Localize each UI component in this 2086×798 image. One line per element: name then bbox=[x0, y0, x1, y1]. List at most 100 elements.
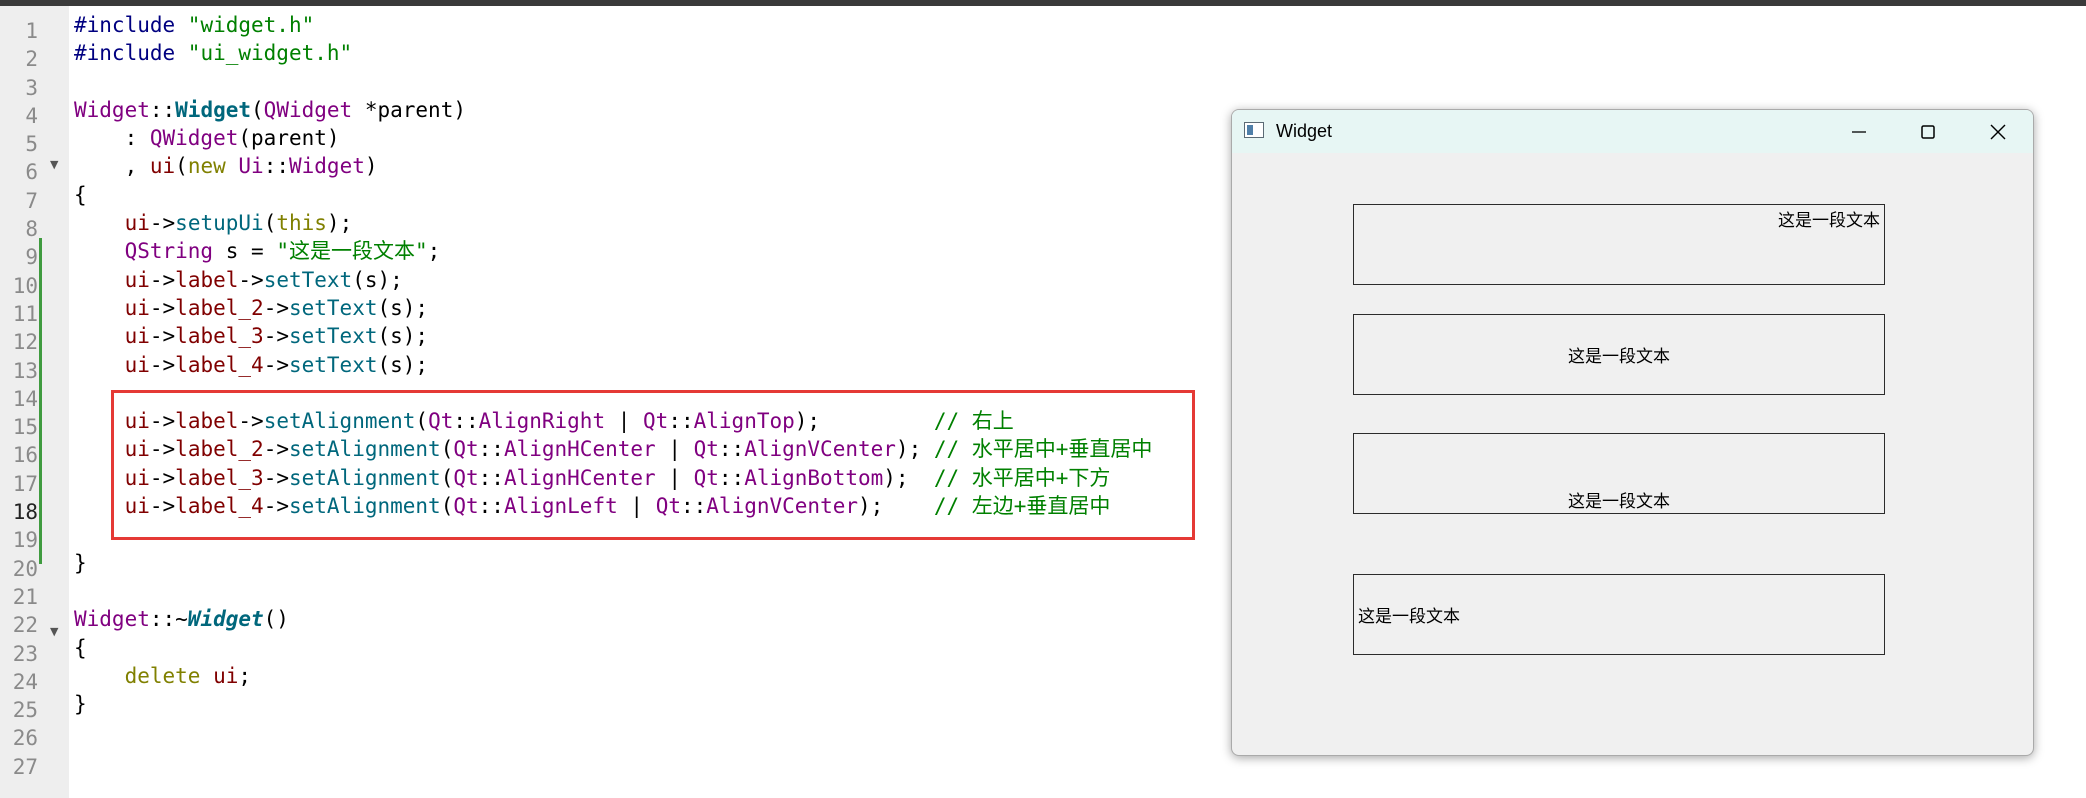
code-token: setText bbox=[288, 352, 378, 377]
label-text: 这是一段文本 bbox=[1568, 347, 1670, 367]
code-token: QWidget bbox=[263, 97, 353, 122]
code-line: #include "widget.h" bbox=[74, 11, 1152, 39]
code-token: setText bbox=[263, 267, 353, 292]
code-token: ( bbox=[263, 211, 277, 236]
line-number: 3 bbox=[25, 75, 38, 100]
minimize-button[interactable] bbox=[1829, 110, 1889, 153]
code-line: { bbox=[74, 634, 1152, 662]
line-number: 15 bbox=[12, 415, 38, 440]
code-token: -> bbox=[149, 324, 176, 349]
code-token: { bbox=[74, 182, 87, 207]
line-number: 13 bbox=[12, 358, 38, 383]
code-line: } bbox=[74, 549, 1152, 577]
code-line: ui->label_2->setText(s); bbox=[74, 294, 1152, 322]
code-token: Widget bbox=[74, 607, 150, 632]
line-number: 20 bbox=[12, 556, 38, 581]
label-text: 这是一段文本 bbox=[1778, 211, 1880, 231]
code-token: setText bbox=[288, 295, 378, 320]
minimize-icon bbox=[1852, 130, 1866, 133]
code-token: QString bbox=[124, 239, 214, 264]
line-number: 26 bbox=[12, 726, 38, 751]
code-token: ::~ bbox=[149, 607, 188, 632]
line-number: 10 bbox=[12, 273, 38, 298]
line-number: 8 bbox=[25, 217, 38, 242]
line-number: 1 bbox=[25, 19, 38, 43]
code-token: , bbox=[74, 154, 150, 179]
widget-window: Widget 这是一段文本 这是一段文本 这是一段文本 这是一段文本 bbox=[1231, 109, 2034, 756]
app-window-icon bbox=[1244, 122, 1264, 138]
code-line: ui->setupUi(this); bbox=[74, 209, 1152, 237]
close-icon bbox=[1990, 124, 2006, 139]
line-number-gutter: 1 2 3 4 5 6 7 8 9 10 11 12 13 14 15 16 17 18 19 20 21 22 23 24 2… bbox=[0, 6, 69, 798]
code-line: : QWidget(parent) bbox=[74, 124, 1152, 152]
code-token: :: bbox=[149, 97, 176, 122]
line-number: 6 bbox=[25, 160, 38, 185]
code-token: ; bbox=[238, 663, 252, 688]
label-text: 这是一段文本 bbox=[1568, 492, 1670, 512]
line-number: 27 bbox=[12, 754, 38, 779]
window-titlebar[interactable]: Widget bbox=[1232, 110, 2033, 153]
code-token: new bbox=[187, 154, 226, 179]
maximize-button[interactable] bbox=[1898, 110, 1958, 153]
fold-arrow-icon[interactable]: ▼ bbox=[50, 159, 58, 170]
code-token: ( bbox=[238, 126, 252, 151]
code-token: Widget bbox=[74, 97, 150, 122]
fold-arrow-icon[interactable]: ▼ bbox=[50, 626, 58, 637]
code-token: -> bbox=[149, 211, 176, 236]
code-token: label bbox=[175, 267, 239, 292]
code-token: parent bbox=[251, 126, 327, 151]
code-line: delete ui; bbox=[74, 662, 1152, 690]
code-token: ); bbox=[326, 211, 353, 236]
line-number: 21 bbox=[12, 584, 38, 609]
code-token: label_3 bbox=[175, 324, 264, 349]
code-line: , ui(new Ui::Widget) bbox=[74, 152, 1152, 180]
highlight-box bbox=[111, 390, 1195, 540]
code-line: ui->label_4->setText(s); bbox=[74, 351, 1152, 379]
code-token: "这是一段文本" bbox=[276, 239, 428, 264]
code-token: s = bbox=[213, 239, 277, 264]
code-token: { bbox=[74, 635, 87, 660]
code-token: ; bbox=[427, 239, 441, 264]
code-token: -> bbox=[263, 324, 289, 349]
code-line: ui->label->setText(s); bbox=[74, 266, 1152, 294]
code-token: -> bbox=[149, 352, 176, 377]
code-token: #include bbox=[74, 41, 188, 66]
code-token: ui bbox=[124, 324, 150, 349]
code-token: Widget bbox=[289, 154, 365, 179]
line-number: 4 bbox=[25, 103, 38, 128]
code-line: { bbox=[74, 181, 1152, 209]
code-token: #include bbox=[74, 13, 188, 37]
code-token: : bbox=[74, 126, 150, 151]
line-number: 9 bbox=[25, 245, 38, 270]
code-token: Ui bbox=[238, 154, 264, 179]
code-token: ui bbox=[124, 295, 150, 320]
code-token: QWidget bbox=[149, 126, 239, 151]
code-line: } bbox=[74, 690, 1152, 718]
line-number: 14 bbox=[12, 386, 38, 411]
label-right-top: 这是一段文本 bbox=[1353, 204, 1885, 285]
line-number: 23 bbox=[12, 641, 38, 666]
line-number: 2 bbox=[25, 47, 38, 72]
line-number: 24 bbox=[12, 669, 38, 694]
code-token: "ui_widget.h" bbox=[187, 41, 353, 66]
code-token: setupUi bbox=[175, 211, 264, 236]
code-token: * bbox=[352, 97, 378, 122]
code-token: ui bbox=[124, 267, 150, 292]
code-token: label_4 bbox=[175, 352, 264, 377]
code-token: :: bbox=[263, 154, 289, 179]
code-token: ui bbox=[124, 352, 150, 377]
code-line: ui->label_3->setText(s); bbox=[74, 322, 1152, 350]
code-token: (s); bbox=[377, 295, 429, 320]
code-token: ) bbox=[364, 154, 378, 179]
code-token: ) bbox=[453, 97, 466, 122]
close-button[interactable] bbox=[1968, 110, 2028, 153]
